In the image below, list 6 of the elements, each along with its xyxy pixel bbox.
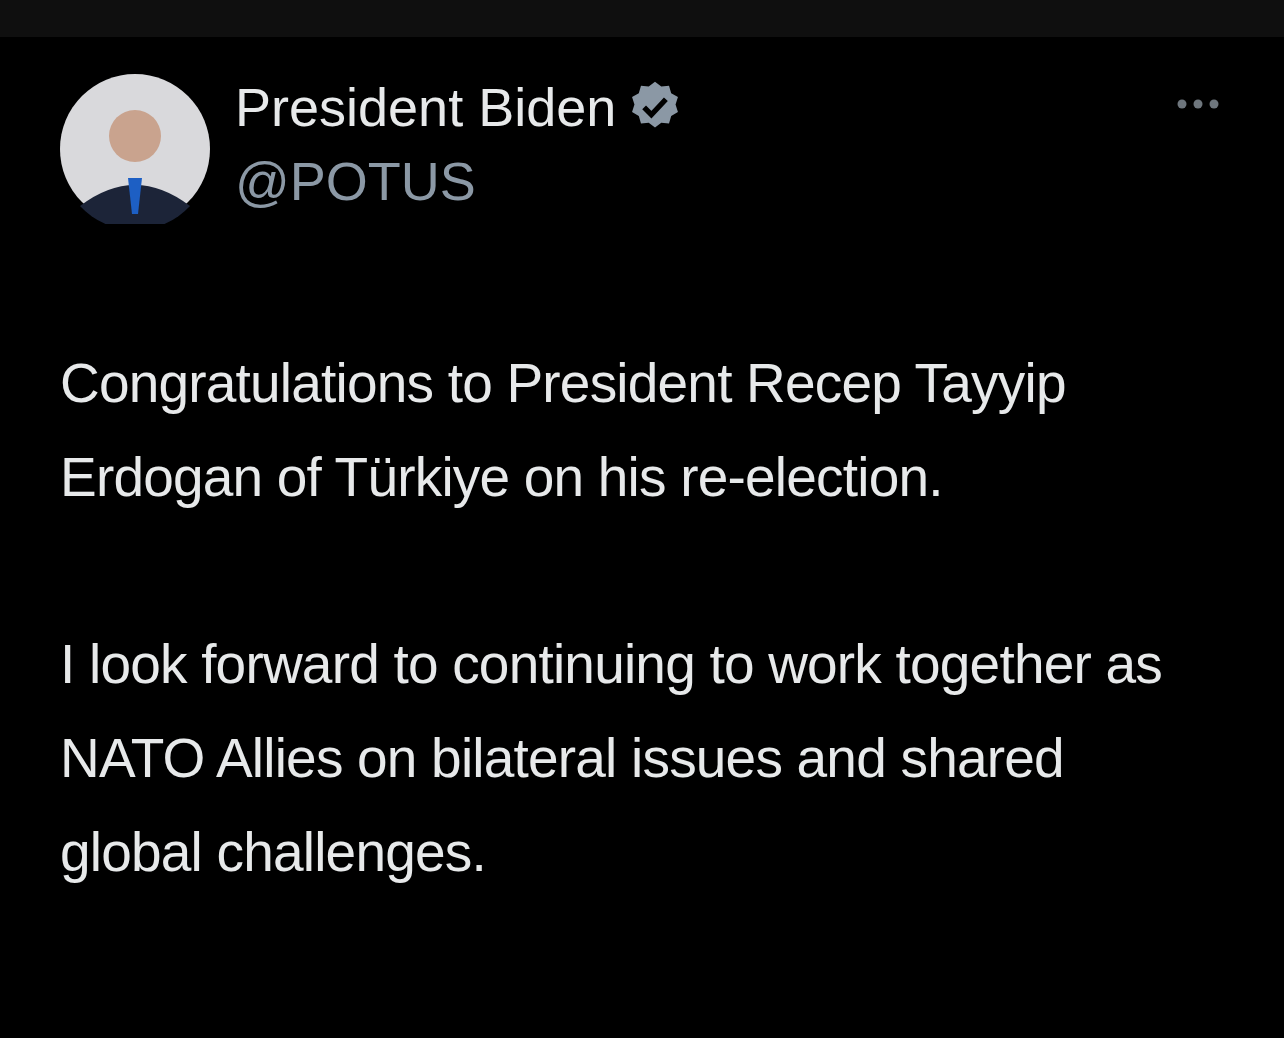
- tweet-text: I look forward to continuing to work together as NATO Allies on bilateral issues and shared global challenges.: [60, 632, 1163, 885]
- tweet-text: Congratulations to President Recep Tayyip Erdogan of Türkiye on his re-election.: [60, 351, 1067, 510]
- avatar[interactable]: [60, 74, 210, 224]
- author-handle[interactable]: @POTUS: [235, 154, 685, 208]
- more-options-icon[interactable]: [1176, 98, 1220, 110]
- author-name[interactable]: President Biden: [235, 80, 617, 134]
